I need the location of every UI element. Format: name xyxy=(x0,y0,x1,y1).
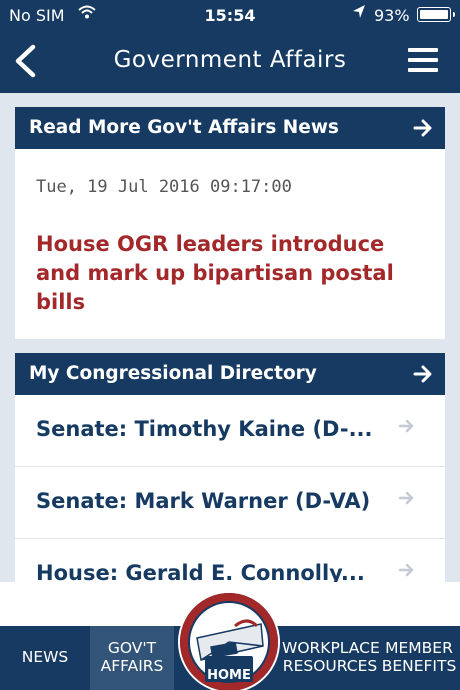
hamburger-menu-icon[interactable] xyxy=(408,48,438,72)
battery-icon xyxy=(417,7,455,22)
tab-news-label: NEWS xyxy=(21,648,69,666)
news-date: Tue, 19 Jul 2016 09:17:00 xyxy=(36,177,292,197)
tab-member-label-line1: MEMBER xyxy=(385,639,453,657)
status-bar: No SIM 15:54 93% xyxy=(0,0,460,30)
news-card: Read More Gov't Affairs News Tue, 19 Jul… xyxy=(15,107,445,339)
tab-workplace-label-line1: WORKPLACE xyxy=(282,639,380,657)
news-card-header-label: Read More Gov't Affairs News xyxy=(29,117,339,138)
tab-member-label-line2: BENEFITS xyxy=(381,657,457,675)
news-headline-link[interactable]: House OGR leaders introduce and mark up … xyxy=(36,230,426,317)
congressional-directory-card: My Congressional Directory Senate: Timot… xyxy=(15,353,445,582)
arrow-right-icon xyxy=(398,560,416,582)
news-card-header[interactable]: Read More Gov't Affairs News xyxy=(15,107,445,149)
page-title: Government Affairs xyxy=(113,47,347,73)
arrow-right-icon xyxy=(413,107,433,149)
representative-name: Senate: Mark Warner (D-VA) xyxy=(36,489,371,513)
tab-member-benefits[interactable]: MEMBER BENEFITS xyxy=(378,626,460,690)
tab-govt-label-line2: AFFAIRS xyxy=(100,657,164,675)
navigation-bar: Government Affairs xyxy=(0,30,460,93)
tab-workplace-resources[interactable]: WORKPLACE RESOURCES xyxy=(282,626,380,690)
representative-name: Senate: Timothy Kaine (D-... xyxy=(36,417,373,441)
battery-percentage: 93% xyxy=(374,6,410,25)
arrow-right-icon xyxy=(413,353,433,395)
scroll-content[interactable]: Read More Gov't Affairs News Tue, 19 Jul… xyxy=(0,93,460,582)
directory-card-header[interactable]: My Congressional Directory xyxy=(15,353,445,395)
tab-govt-affairs[interactable]: GOV'T AFFAIRS xyxy=(90,626,174,690)
list-item[interactable]: Senate: Timothy Kaine (D-... xyxy=(15,395,445,467)
list-item[interactable]: Senate: Mark Warner (D-VA) xyxy=(15,467,445,539)
arrow-right-icon xyxy=(398,488,416,512)
tab-workplace-label-line2: RESOURCES xyxy=(282,657,378,675)
list-item[interactable]: House: Gerald E. Connolly... xyxy=(15,539,445,582)
directory-card-header-label: My Congressional Directory xyxy=(29,363,317,384)
tab-news[interactable]: NEWS xyxy=(0,626,90,690)
tab-govt-label-line1: GOV'T xyxy=(107,639,157,657)
arrow-right-icon xyxy=(398,416,416,440)
tab-home-label: HOME xyxy=(207,668,251,683)
location-arrow-icon xyxy=(352,4,366,24)
representative-name: House: Gerald E. Connolly... xyxy=(36,561,365,582)
